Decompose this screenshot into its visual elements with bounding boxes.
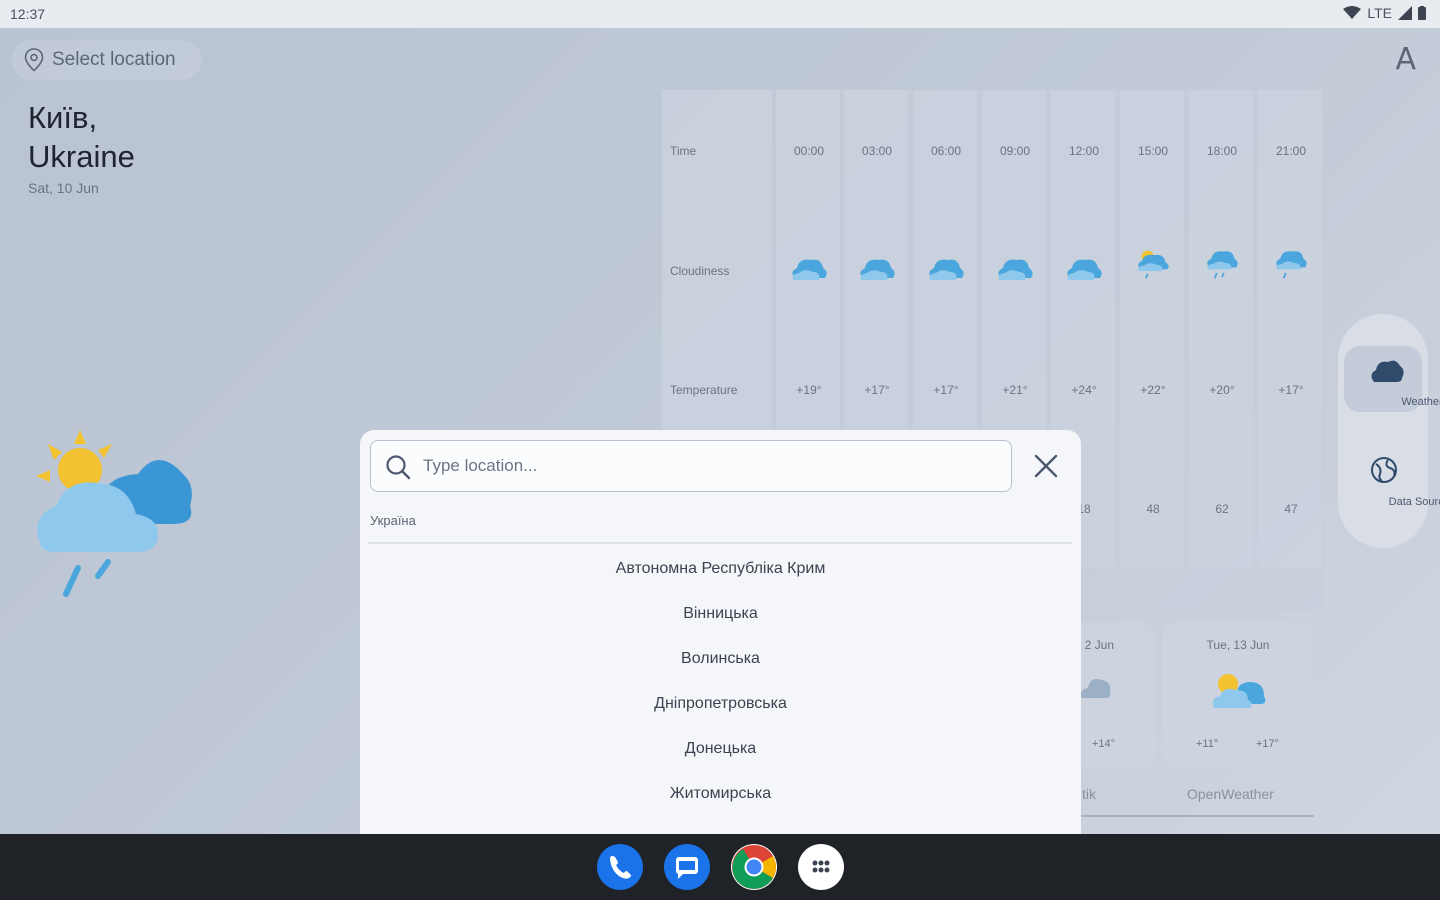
city-line-2: Ukraine (28, 139, 135, 174)
search-icon (386, 455, 411, 480)
battery-icon (1418, 6, 1426, 20)
location-search-box[interactable] (370, 440, 1012, 492)
data-source-label[interactable]: OpenWeather (1187, 786, 1274, 802)
select-location-button[interactable]: Select location (12, 40, 202, 80)
hour-temp: +21° (1002, 383, 1028, 397)
navigation-rail: Weather Data Sources (1338, 314, 1440, 548)
chrome-app-icon[interactable] (731, 844, 777, 890)
daily-tmax: +14° (1092, 738, 1116, 750)
list-item[interactable]: Вінницька (360, 591, 1081, 636)
status-bar: 12:37 LTE (0, 0, 1440, 28)
hour-time: 21:00 (1275, 144, 1307, 158)
rail-label-data-sources: Data Sources (1388, 496, 1440, 508)
hour-time: 15:00 (1137, 144, 1169, 158)
weather-app: Select location A Київ, Ukraine Sat, 10 … (0, 28, 1440, 862)
list-item[interactable]: Волинська (360, 636, 1081, 681)
cloud-icon (1067, 259, 1102, 280)
list-item[interactable]: Автономна Республіка Крим (360, 546, 1081, 591)
city-name: Київ, Ukraine (28, 98, 135, 176)
cloud-icon (860, 259, 895, 280)
messages-app-icon[interactable] (664, 844, 710, 890)
region-header: Україна (370, 513, 416, 528)
hour-column: 15:00 +22° 48 (1120, 90, 1184, 568)
cloudiness-row-label: Cloudiness (670, 264, 730, 278)
hour-time: 12:00 (1068, 144, 1100, 158)
network-label: LTE (1367, 5, 1392, 21)
region-list: Автономна Республіка Крим Вінницька Воли… (360, 546, 1081, 816)
sun-cloud-icon (1212, 674, 1266, 708)
status-time: 12:37 (10, 6, 46, 22)
source-tab-indicator (1080, 815, 1314, 817)
temperature-row-label: Temperature (670, 383, 738, 397)
cloud-icon (1080, 679, 1111, 698)
rail-item-weather[interactable]: Weather (1344, 346, 1440, 412)
hour-temp: +17° (864, 383, 890, 397)
hour-column: 18:00 +20° 62 (1189, 90, 1253, 568)
hour-temp: +17° (1278, 383, 1304, 397)
cloud-rain-icon (1207, 251, 1238, 279)
font-size-icon[interactable]: A (1395, 42, 1416, 77)
hour-time: 06:00 (930, 144, 962, 158)
list-item[interactable]: Житомирська (360, 771, 1081, 816)
time-row-label: Time (670, 144, 697, 158)
cloud-icon (998, 259, 1033, 280)
cloud-rain-icon (1276, 251, 1307, 279)
hour-column: 21:00 +17° 47 (1258, 90, 1322, 568)
wifi-icon (1343, 6, 1362, 19)
current-date: Sat, 10 Jun (28, 180, 99, 196)
phone-app-icon[interactable] (597, 844, 643, 890)
close-icon[interactable] (1032, 452, 1060, 480)
hour-row4-value: 48 (1146, 502, 1160, 516)
cloud-icon (792, 259, 827, 280)
sun-cloud-rain-small-icon (1138, 250, 1169, 279)
sun-cloud-rain-icon (36, 430, 192, 597)
hour-row4-value: 47 (1284, 502, 1298, 516)
daily-card-title: Tue, 13 Jun (1206, 638, 1270, 652)
location-pin-icon (24, 48, 44, 72)
status-icons: LTE (1343, 5, 1426, 21)
hour-temp: +17° (933, 383, 959, 397)
location-search-dialog: Україна Автономна Республіка Крим Вінниц… (360, 430, 1081, 862)
globe-icon (1371, 457, 1397, 483)
location-search-input[interactable] (423, 453, 983, 479)
list-item[interactable]: Донецька (360, 726, 1081, 771)
city-line-1: Київ, (28, 100, 98, 135)
hour-time: 18:00 (1206, 144, 1238, 158)
list-item[interactable]: Дніпропетровська (360, 681, 1081, 726)
data-source-label[interactable]: tik (1082, 786, 1096, 802)
taskbar (0, 834, 1440, 900)
signal-icon (1398, 6, 1412, 20)
app-drawer-icon[interactable] (798, 844, 844, 890)
daily-card[interactable]: Tue, 13 Jun +11° +17° (1162, 622, 1314, 768)
hour-time: 03:00 (861, 144, 893, 158)
hour-temp: +20° (1209, 383, 1235, 397)
hour-time: 09:00 (999, 144, 1031, 158)
hour-time: 00:00 (793, 144, 825, 158)
hour-temp: +24° (1071, 383, 1097, 397)
cloud-icon (929, 259, 964, 280)
divider (368, 542, 1072, 544)
weather-icon (1371, 360, 1404, 382)
hour-temp: +19° (796, 383, 822, 397)
select-location-label: Select location (52, 49, 176, 70)
daily-tmin: +11° (1196, 738, 1219, 750)
hour-temp: +22° (1140, 383, 1166, 397)
rail-label-weather: Weather (1401, 396, 1440, 408)
rail-item-data-sources[interactable]: Data Sources (1344, 446, 1440, 512)
hour-row4-value: 62 (1215, 502, 1229, 516)
daily-tmax: +17° (1256, 738, 1280, 750)
